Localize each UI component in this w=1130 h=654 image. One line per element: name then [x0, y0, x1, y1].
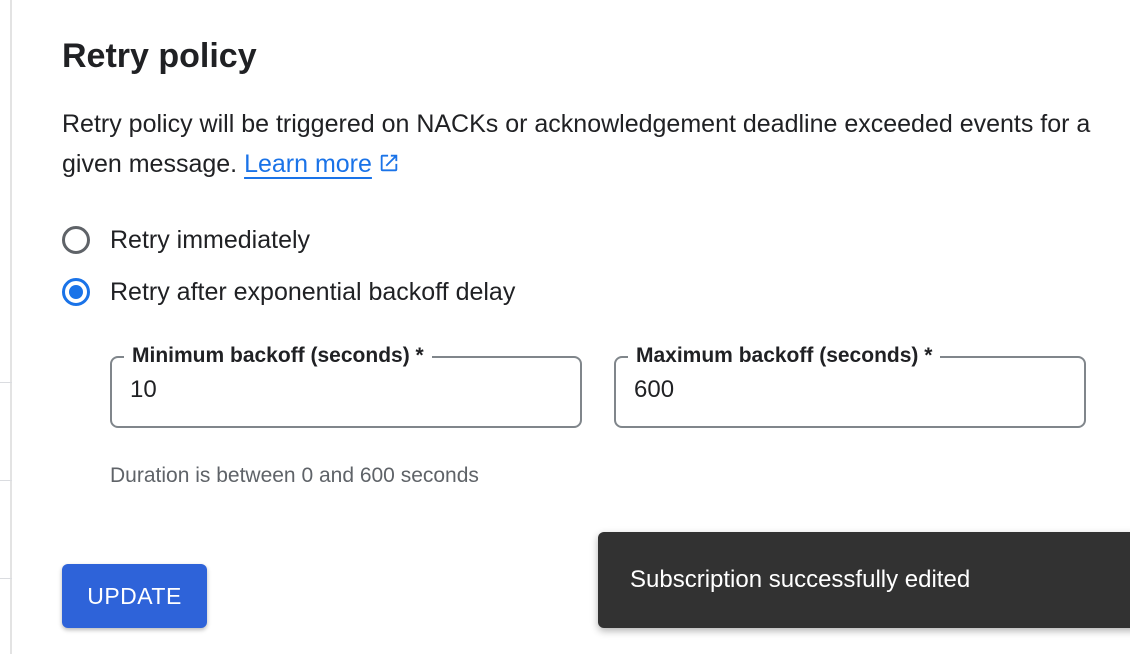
radio-unchecked-icon[interactable]	[62, 226, 90, 254]
snackbar-message: Subscription successfully edited	[630, 566, 971, 593]
description-text: Retry policy will be triggered on NACKs …	[62, 110, 1091, 178]
radio-retry-exponential-backoff[interactable]: Retry after exponential backoff delay	[62, 274, 515, 310]
retry-policy-page: Retry policy Retry policy will be trigge…	[0, 0, 1130, 654]
snackbar: Subscription successfully edited	[598, 532, 1130, 628]
duration-hint: Duration is between 0 and 600 seconds	[110, 464, 479, 487]
rail-tick	[0, 382, 12, 383]
section-title: Retry policy	[62, 37, 257, 75]
radio-checked-icon[interactable]	[62, 278, 90, 306]
maximum-backoff-input[interactable]	[634, 376, 1054, 404]
radio-label: Retry after exponential backoff delay	[110, 277, 516, 306]
minimum-backoff-field[interactable]: Minimum backoff (seconds) *	[110, 342, 582, 428]
minimum-backoff-input[interactable]	[130, 376, 550, 404]
open-in-new-icon[interactable]	[378, 146, 400, 186]
learn-more-link[interactable]: Learn more	[244, 150, 372, 178]
section-description: Retry policy will be triggered on NACKs …	[62, 104, 1102, 186]
left-rail-divider	[0, 0, 12, 654]
minimum-backoff-label: Minimum backoff (seconds) *	[124, 342, 432, 370]
maximum-backoff-field[interactable]: Maximum backoff (seconds) *	[614, 342, 1086, 428]
radio-label: Retry immediately	[110, 225, 311, 254]
radio-retry-immediately[interactable]: Retry immediately	[62, 222, 310, 258]
update-button[interactable]: UPDATE	[62, 564, 207, 628]
maximum-backoff-label: Maximum backoff (seconds) *	[628, 342, 941, 370]
rail-tick	[0, 578, 12, 579]
rail-tick	[0, 480, 12, 481]
